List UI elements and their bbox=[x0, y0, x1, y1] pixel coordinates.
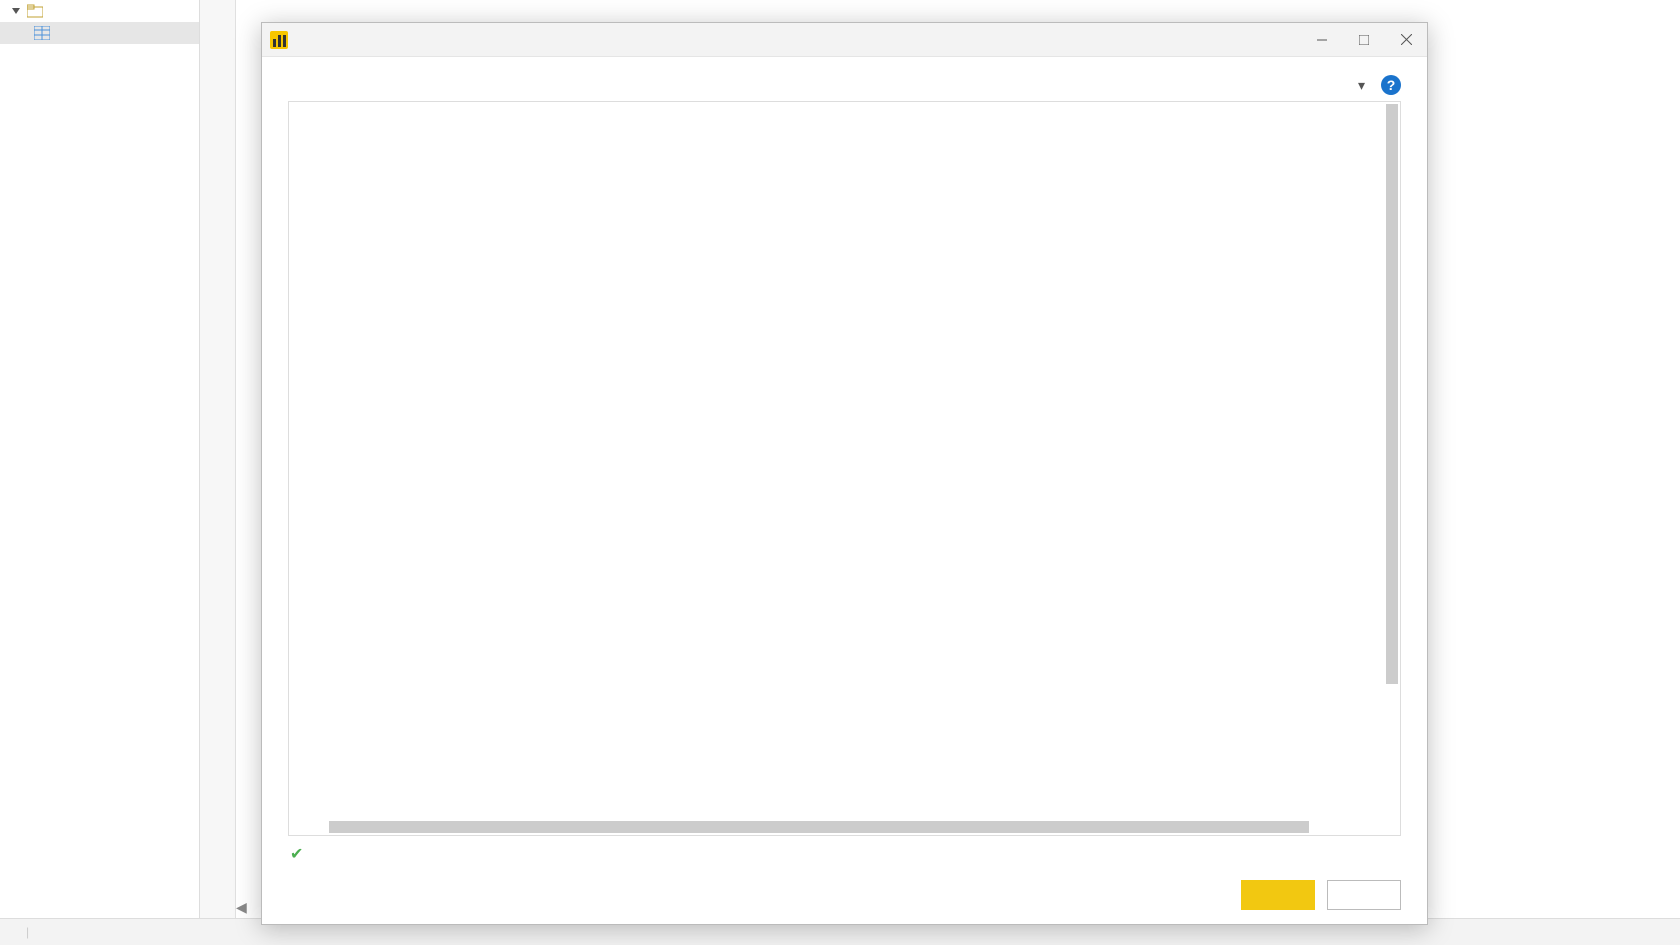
powerbi-logo-icon bbox=[270, 31, 288, 49]
display-options-dropdown[interactable]: ▾ bbox=[1354, 77, 1365, 94]
done-button[interactable] bbox=[1241, 880, 1315, 910]
queries-folder[interactable] bbox=[0, 0, 199, 22]
chevron-down-icon: ▾ bbox=[1358, 77, 1365, 94]
chevron-down-icon bbox=[12, 8, 20, 14]
code-editor[interactable] bbox=[288, 101, 1401, 836]
row-number-column bbox=[200, 0, 236, 918]
close-button[interactable] bbox=[1385, 23, 1427, 57]
syntax-status: ✔ bbox=[288, 836, 1401, 864]
editor-horizontal-scrollbar[interactable] bbox=[329, 821, 1309, 833]
folder-icon bbox=[27, 4, 43, 18]
advanced-editor-dialog: ▾ ? ✔ bbox=[261, 22, 1428, 925]
scroll-left-button[interactable]: ◀ bbox=[236, 899, 252, 915]
cancel-button[interactable] bbox=[1327, 880, 1401, 910]
query-item-sales[interactable] bbox=[0, 22, 199, 44]
help-icon[interactable]: ? bbox=[1381, 75, 1401, 95]
check-icon: ✔ bbox=[290, 844, 303, 864]
queries-panel bbox=[0, 0, 200, 918]
dialog-titlebar bbox=[262, 23, 1427, 57]
editor-vertical-scrollbar[interactable] bbox=[1386, 104, 1398, 684]
minimize-button[interactable] bbox=[1301, 23, 1343, 57]
table-icon bbox=[34, 26, 50, 40]
maximize-button[interactable] bbox=[1343, 23, 1385, 57]
status-separator: | bbox=[26, 925, 29, 939]
